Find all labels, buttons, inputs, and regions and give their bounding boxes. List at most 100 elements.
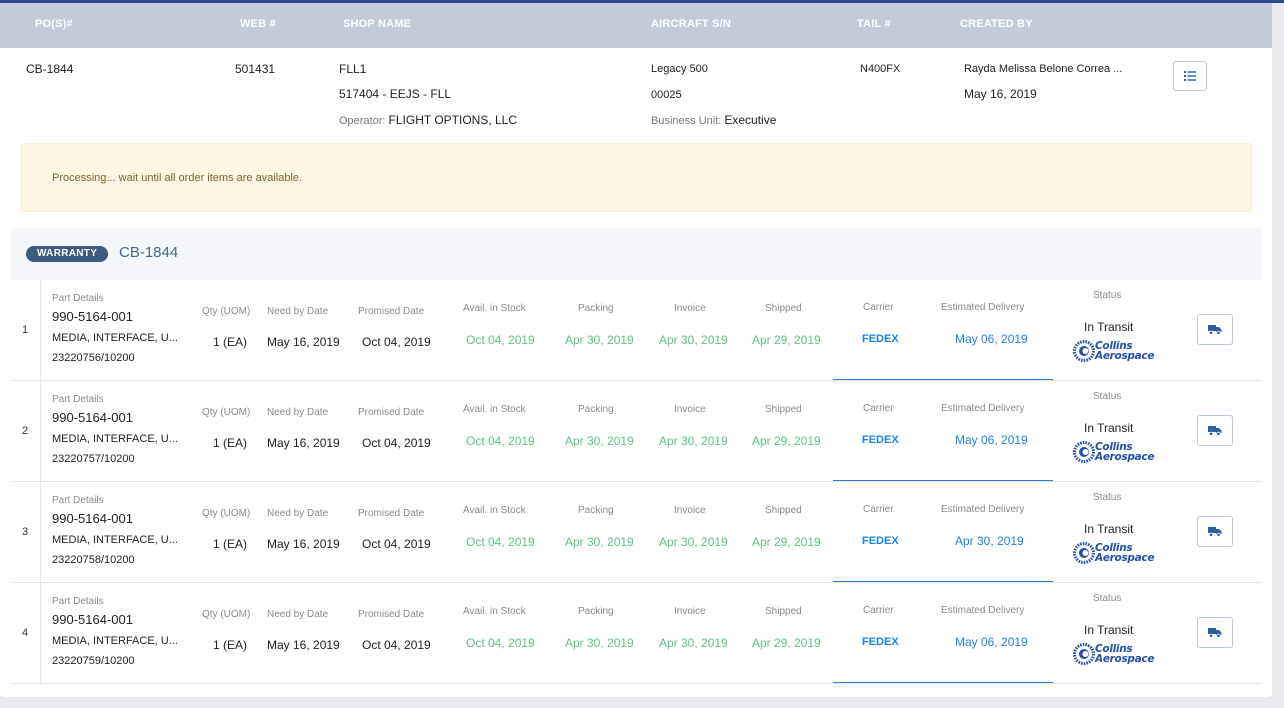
- shipped-label: Shipped: [765, 505, 802, 516]
- logo-line-2: Aerospace: [1095, 653, 1155, 665]
- column-header-created-by: CREATED BY: [960, 18, 1033, 30]
- track-shipment-button[interactable]: [1197, 617, 1233, 648]
- processing-alert: Processing... wait until all order items…: [21, 143, 1252, 212]
- invoice-label: Invoice: [674, 606, 706, 617]
- aircraft-model: Legacy 500: [651, 63, 708, 75]
- shipped-value: Apr 29, 2019: [752, 434, 821, 448]
- logo-line-2: Aerospace: [1095, 451, 1155, 463]
- part-reference: 23220758/10200: [52, 554, 135, 566]
- need-by-label: Need by Date: [267, 508, 329, 519]
- row-index: 1: [22, 324, 29, 336]
- operator-value: FLIGHT OPTIONS, LLC: [388, 113, 518, 127]
- shipped-label: Shipped: [765, 303, 802, 314]
- collins-sun-icon: [1073, 441, 1095, 463]
- status-value: In Transit: [1084, 421, 1134, 435]
- part-description: MEDIA, INTERFACE, U...: [52, 433, 178, 445]
- carrier-value[interactable]: FEDEX: [862, 535, 899, 547]
- truck-icon: [1208, 325, 1222, 335]
- order-panel: PO(S)# WEB # SHOP NAME AIRCRAFT S/N TAIL…: [0, 3, 1272, 697]
- packing-label: Packing: [578, 404, 614, 415]
- business-unit: Business Unit: Executive: [651, 113, 776, 127]
- carrier-underline: [833, 480, 1053, 481]
- truck-icon: [1208, 527, 1222, 537]
- avail-label: Avail. in Stock: [463, 404, 526, 415]
- part-details-label: Part Details: [52, 394, 104, 405]
- need-by-label: Need by Date: [267, 306, 329, 317]
- part-details-label: Part Details: [52, 596, 104, 607]
- group-title[interactable]: CB-1844: [119, 244, 178, 261]
- avail-label: Avail. in Stock: [463, 505, 526, 516]
- carrier-underline: [833, 581, 1053, 582]
- carrier-label: Carrier: [863, 302, 894, 313]
- truck-icon: [1208, 426, 1222, 436]
- carrier-value[interactable]: FEDEX: [862, 636, 899, 648]
- row-index-cell: 1: [11, 280, 41, 380]
- avail-value: Oct 04, 2019: [466, 333, 535, 347]
- est-delivery-value: May 06, 2019: [955, 635, 1028, 649]
- promised-label: Promised Date: [358, 306, 425, 317]
- row-index: 4: [22, 627, 29, 639]
- carrier-underline: [833, 379, 1053, 380]
- order-item-row: 2 Part Details 990-5164-001 MEDIA, INTER…: [11, 381, 1262, 482]
- qty-label: Qty (UOM): [202, 508, 251, 519]
- part-reference: 23220757/10200: [52, 453, 135, 465]
- row-index-cell: 3: [11, 482, 41, 582]
- aircraft-serial: 00025: [651, 89, 682, 101]
- est-delivery-label: Estimated Delivery: [941, 302, 1025, 313]
- qty-label: Qty (UOM): [202, 306, 251, 317]
- carrier-label: Carrier: [863, 504, 894, 515]
- need-by-value: May 16, 2019: [267, 335, 340, 349]
- column-header-tail: TAIL #: [857, 18, 891, 30]
- promised-value: Oct 04, 2019: [362, 436, 431, 450]
- packing-value: Apr 30, 2019: [565, 636, 634, 650]
- collins-logo-icon: Collins Aerospace: [1073, 441, 1155, 465]
- list-icon: [1184, 71, 1196, 81]
- carrier-value[interactable]: FEDEX: [862, 434, 899, 446]
- packing-label: Packing: [578, 505, 614, 516]
- collins-logo-icon: Collins Aerospace: [1073, 542, 1154, 566]
- need-by-value: May 16, 2019: [267, 638, 340, 652]
- carrier-value[interactable]: FEDEX: [862, 333, 899, 345]
- promised-value: Oct 04, 2019: [362, 335, 431, 349]
- shop-detail: 517404 - EEJS - FLL: [339, 87, 452, 101]
- logo-line-2: Aerospace: [1095, 350, 1155, 362]
- track-shipment-button[interactable]: [1197, 314, 1233, 345]
- promised-label: Promised Date: [358, 407, 425, 418]
- promised-label: Promised Date: [358, 508, 425, 519]
- qty-value: 1 (EA): [213, 335, 248, 349]
- part-number[interactable]: 990-5164-001: [52, 511, 133, 526]
- warranty-group-header: WARRANTY CB-1844: [11, 228, 1262, 280]
- collins-logo-icon: Collins Aerospace: [1073, 643, 1155, 667]
- invoice-value: Apr 30, 2019: [659, 333, 728, 347]
- created-by-name: Rayda Melissa Belone Correa ...: [964, 63, 1123, 75]
- part-number[interactable]: 990-5164-001: [52, 309, 133, 324]
- row-index: 3: [22, 526, 29, 538]
- part-number[interactable]: 990-5164-001: [52, 410, 133, 425]
- shipped-value: Apr 29, 2019: [752, 333, 821, 347]
- column-header-po: PO(S)#: [35, 18, 73, 30]
- status-label: Status: [1093, 492, 1122, 503]
- promised-value: Oct 04, 2019: [362, 638, 431, 652]
- part-number[interactable]: 990-5164-001: [52, 612, 133, 627]
- row-index-cell: 2: [11, 381, 41, 481]
- packing-label: Packing: [578, 606, 614, 617]
- row-index-cell: 4: [11, 583, 41, 683]
- order-item-row: 4 Part Details 990-5164-001 MEDIA, INTER…: [11, 583, 1262, 684]
- tail-number: N400FX: [860, 63, 901, 75]
- column-header-shop-name: SHOP NAME: [343, 18, 412, 30]
- part-reference: 23220756/10200: [52, 352, 135, 364]
- track-shipment-button[interactable]: [1197, 516, 1233, 547]
- part-description: MEDIA, INTERFACE, U...: [52, 332, 178, 344]
- operator: Operator: FLIGHT OPTIONS, LLC: [339, 113, 517, 127]
- packing-label: Packing: [578, 303, 614, 314]
- avail-value: Oct 04, 2019: [466, 636, 535, 650]
- row-index: 2: [22, 425, 29, 437]
- track-shipment-button[interactable]: [1197, 415, 1233, 446]
- operator-label: Operator:: [339, 115, 386, 127]
- status-label: Status: [1093, 290, 1122, 301]
- alert-message: Processing... wait until all order items…: [52, 172, 303, 184]
- order-header-row: PO(S)# WEB # SHOP NAME AIRCRAFT S/N TAIL…: [0, 3, 1272, 48]
- est-delivery-value: Apr 30, 2019: [955, 534, 1024, 548]
- order-details-button[interactable]: [1173, 61, 1207, 91]
- qty-label: Qty (UOM): [202, 609, 251, 620]
